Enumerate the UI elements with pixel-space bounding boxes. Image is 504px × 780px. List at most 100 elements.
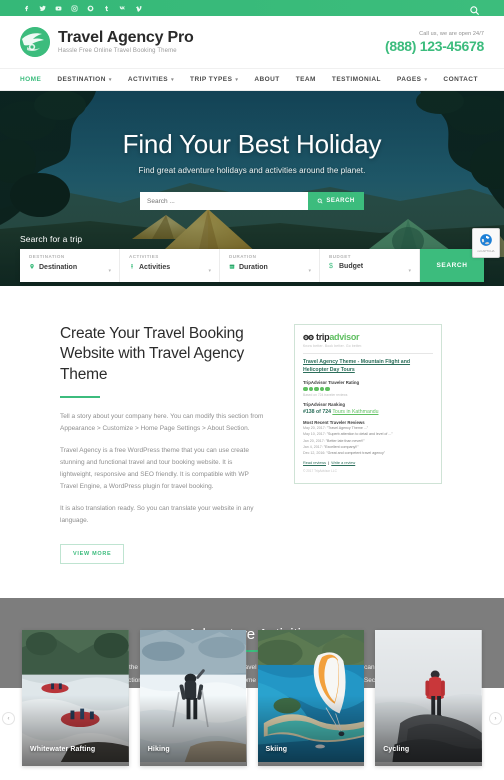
trip-search-title: Search for a trip [20, 234, 83, 244]
nav-item-activities[interactable]: ACTIVITIES ▾ [128, 76, 174, 83]
review-date: Jan 4, 2017: [303, 444, 323, 449]
carousel-prev-button[interactable]: ‹ [2, 712, 15, 725]
activity-card-skiing[interactable]: Skiing [257, 630, 365, 766]
about-paragraph-3: It is also translation ready. So you can… [60, 505, 254, 525]
nav-label: PAGES [396, 76, 422, 83]
recaptcha-label: reCAPTCHA [477, 249, 495, 253]
review-text: "Travel Agency Theme ..." [326, 426, 369, 431]
nav-label: DESTINATION [57, 76, 106, 83]
about-title: Create Your Travel Booking Website with … [60, 325, 245, 383]
trip-search-field-duration[interactable]: DURATION Duration ▾ [220, 249, 320, 282]
link-separator: | [327, 460, 331, 465]
nav-label: CONTACT [443, 76, 478, 83]
rating-bubble [325, 386, 330, 392]
nav-item-pages[interactable]: PAGES ▾ [397, 76, 428, 83]
trip-search-section: Search for a trip DESTINATION Destinatio… [0, 234, 504, 282]
youtube-icon[interactable] [54, 4, 63, 13]
chevron-down-icon: ▾ [408, 268, 411, 274]
about-content: Create Your Travel Booking Website with … [60, 324, 266, 565]
write-review-link[interactable]: Write a review [331, 461, 355, 465]
activity-card-hiking[interactable]: Hiking [139, 630, 247, 766]
dollar-icon: $ [329, 263, 333, 270]
hero-search-button-label: SEARCH [326, 198, 355, 204]
review-line: Dec 12, 2016: "Great and competent trave… [303, 450, 433, 456]
review-text: "Superb attention to detail and level of… [326, 432, 393, 437]
card-label: Hiking [147, 746, 170, 753]
nav-item-trip-types[interactable]: TRIP TYPES ▾ [190, 76, 238, 83]
hero-search-input[interactable] [140, 192, 308, 210]
field-label: DURATION [229, 254, 257, 259]
review-text: "Better late than never!!" [325, 438, 365, 443]
nav-label: TESTIMONIAL [331, 76, 381, 83]
rating-bubble [303, 386, 308, 392]
tripadvisor-rating-bubbles [303, 386, 433, 392]
hero-title: Find Your Best Holiday [122, 129, 382, 159]
tripadvisor-footer-links: Read reviews | Write a review [303, 461, 433, 465]
nav-item-home[interactable]: HOME [20, 76, 41, 83]
field-value: Activities [139, 264, 171, 271]
tumblr-icon[interactable] [102, 4, 111, 13]
recaptcha-icon [480, 234, 492, 246]
chevron-down-icon: ▾ [108, 268, 111, 274]
nav-item-destination[interactable]: DESTINATION ▾ [57, 76, 112, 83]
map-pin-icon [29, 263, 35, 272]
view-more-button[interactable]: VIEW MORE [60, 544, 125, 565]
tripadvisor-rating-label: TripAdvisor Traveler Rating [303, 379, 360, 385]
nav-label: ABOUT [254, 76, 280, 83]
card-gradient [139, 695, 247, 766]
instagram-icon[interactable] [70, 4, 79, 13]
chevron-down-icon: ▾ [235, 76, 239, 83]
chevron-down-icon: ▾ [208, 268, 211, 274]
hero-search-button[interactable]: SEARCH [308, 192, 364, 210]
trip-search-field-activities[interactable]: ACTIVITIES Activities ▾ [120, 249, 220, 282]
field-value: Destination [39, 264, 78, 271]
call-note: Call us, we are open 24/7 [419, 30, 484, 37]
divider [303, 353, 433, 354]
brand-logo[interactable]: Travel Agency Pro Hassle Free Online Tra… [20, 27, 194, 57]
pinterest-icon[interactable] [86, 4, 95, 13]
nav-item-contact[interactable]: CONTACT [443, 76, 477, 83]
review-date: Jan 20, 2017: [303, 438, 325, 443]
tripadvisor-sublogo: Know better. Book better. Go better. [303, 344, 363, 348]
activity-card-whitewater-rafting[interactable]: Whitewater Rafting [22, 630, 129, 766]
nav-item-testimonial[interactable]: TESTIMONIAL [332, 76, 381, 83]
card-label: Skiing [265, 746, 288, 753]
brand-tagline: Hassle Free Online Travel Booking Theme [58, 48, 177, 55]
nav-label: TRIP TYPES [190, 76, 233, 83]
main-navigation: HOME DESTINATION ▾ ACTIVITIES ▾ TRIP TYPES… [0, 69, 504, 91]
trip-search-field-destination[interactable]: DESTINATION Destination ▾ [20, 249, 120, 282]
card-label: Cycling [383, 746, 410, 753]
review-text: "Great and competent travel agency" [326, 451, 386, 456]
chevron-down-icon: ▾ [308, 268, 311, 274]
chevron-down-icon: ▾ [108, 76, 112, 83]
review-date: May 20, 2017: [303, 426, 326, 431]
hero-search-form: SEARCH [140, 192, 364, 210]
nav-item-team[interactable]: TEAM [296, 76, 316, 83]
read-reviews-link[interactable]: Read reviews [303, 461, 326, 465]
social-links [22, 4, 143, 13]
search-icon[interactable] [469, 3, 480, 15]
recaptcha-badge[interactable]: reCAPTCHA [472, 228, 500, 258]
carousel-next-button[interactable]: › [489, 712, 502, 725]
vk-icon[interactable] [118, 4, 127, 13]
about-paragraph-1: Tell a story about your company here. Yo… [60, 413, 264, 433]
header-contact: Call us, we are open 24/7 (888) 123-4567… [385, 31, 484, 54]
about-paragraph-2: Travel Agency is a free WordPress theme … [60, 447, 249, 491]
chevron-down-icon: ▾ [171, 76, 175, 83]
facebook-icon[interactable] [22, 4, 31, 13]
nav-item-about[interactable]: ABOUT [254, 76, 279, 83]
ranking-link[interactable]: Tours in Kathmandu [332, 409, 378, 415]
field-label: ACTIVITIES [129, 254, 159, 259]
field-value: Duration [239, 264, 268, 271]
activity-card-cycling[interactable]: Cycling [375, 630, 482, 766]
ta-word-advisor: advisor [329, 332, 360, 342]
phone-number[interactable]: (888) 123-45678 [385, 38, 484, 54]
card-gradient [22, 695, 129, 766]
rating-bubble [319, 386, 324, 392]
twitter-icon[interactable] [38, 4, 47, 13]
trip-search-field-budget[interactable]: BUDGET $ Budget ▾ [320, 249, 420, 282]
chevron-down-icon: ▾ [424, 76, 428, 83]
tripadvisor-listing-link[interactable]: Travel Agency Theme - Mountain Flight an… [303, 359, 433, 375]
rating-bubble [308, 386, 313, 392]
vimeo-icon[interactable] [134, 4, 143, 13]
